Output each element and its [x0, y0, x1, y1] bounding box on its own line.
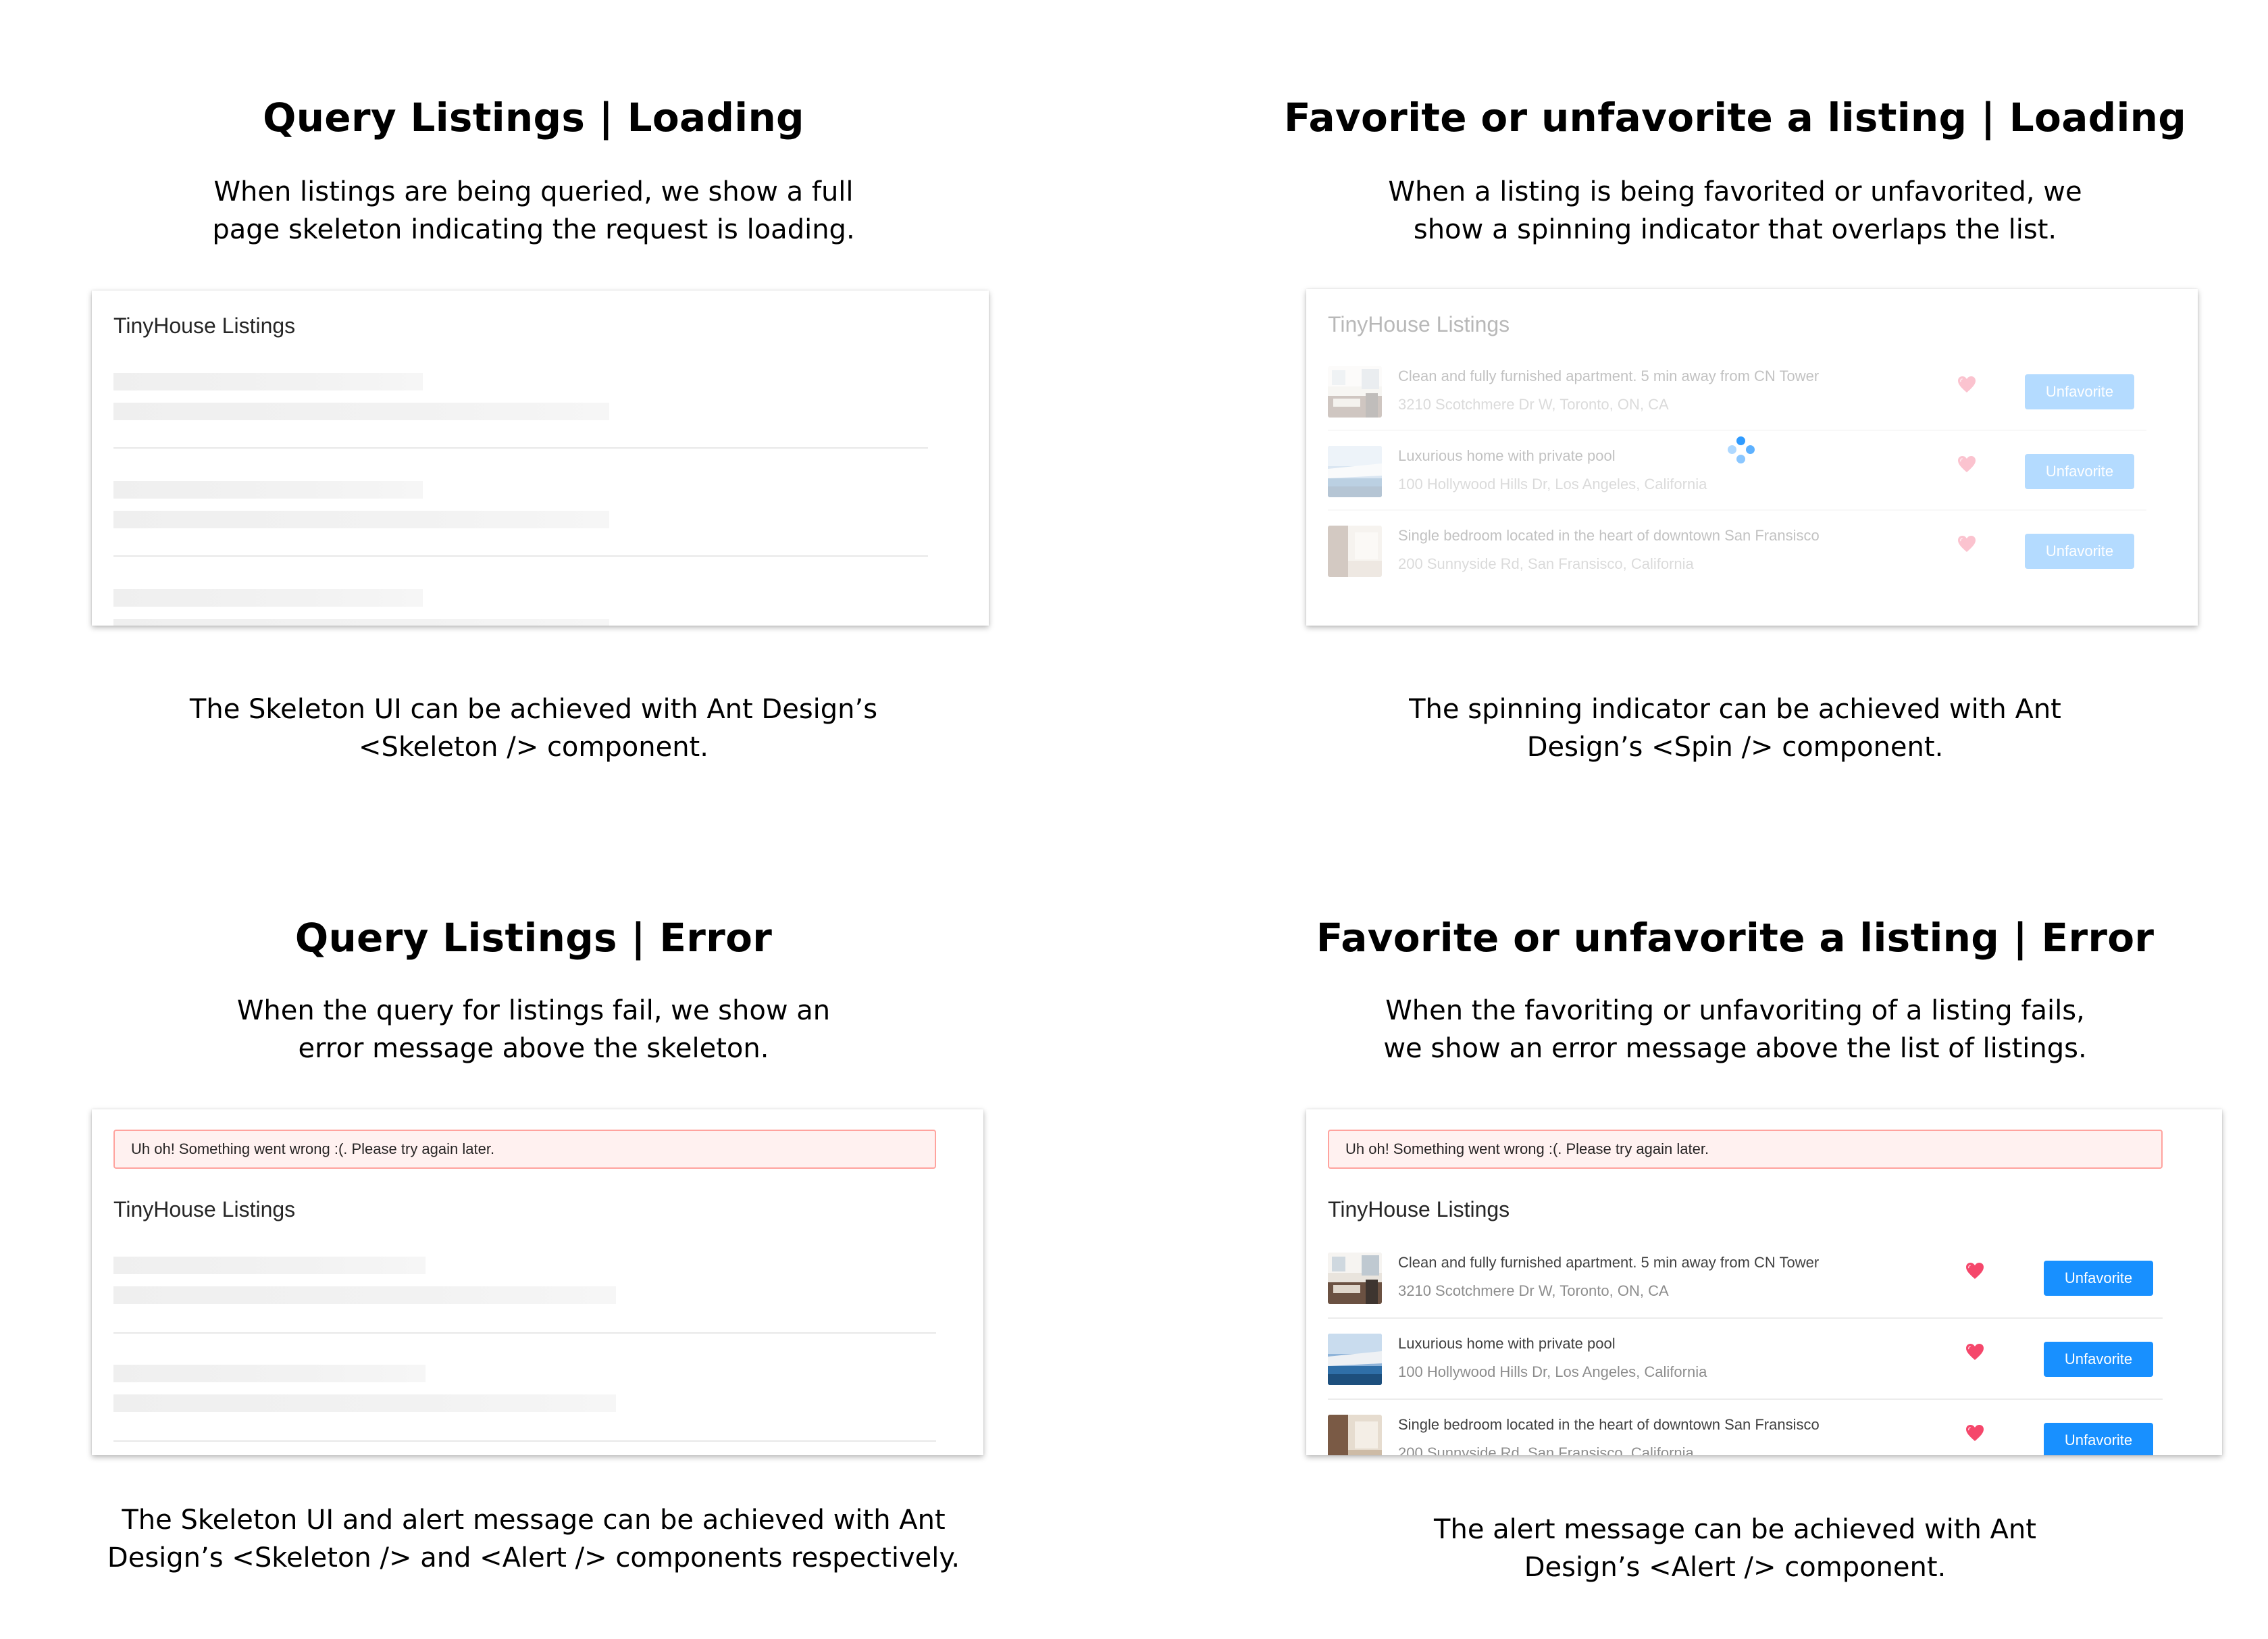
- note-line: <Skeleton /> component.: [359, 732, 708, 763]
- listing-title: Clean and fully furnished apartment. 5 m…: [1398, 368, 1820, 384]
- note-line: The Skeleton UI and alert message can be…: [122, 1505, 946, 1536]
- note-line: Design’s <Skeleton /> and <Alert /> comp…: [107, 1542, 960, 1573]
- section-description: When listings are being queried, we show…: [0, 173, 1067, 249]
- card-title: TinyHouse Listings: [1328, 312, 1510, 336]
- card-title: TinyHouse Listings: [1328, 1197, 1510, 1221]
- error-alert: Uh oh! Something went wrong :(. Please t…: [113, 1130, 936, 1169]
- skeleton-paragraph-line: [113, 1394, 616, 1412]
- note-line: The spinning indicator can be achieved w…: [1409, 694, 2061, 725]
- skeleton-title-line: [113, 1365, 426, 1382]
- listing-image: [1328, 526, 1382, 577]
- section-description: When the query for listings fail, we sho…: [0, 992, 1067, 1067]
- section-title: Favorite or unfavorite a listing | Loadi…: [1283, 95, 2187, 141]
- description-line: show a spinning indicator that overlaps …: [1413, 214, 2057, 245]
- description-line: When listings are being queried, we show…: [213, 176, 854, 207]
- card-title: TinyHouse Listings: [113, 1197, 296, 1221]
- note-line: The alert message can be achieved with A…: [1434, 1514, 2036, 1545]
- section-note: The spinning indicator can be achieved w…: [1202, 690, 2268, 766]
- listing-address: 3210 Scotchmere Dr W, Toronto, ON, CA: [1398, 1282, 1669, 1299]
- listing-image: [1328, 446, 1382, 497]
- listing-title: Single bedroom located in the heart of d…: [1398, 1416, 1820, 1433]
- description-line: When the query for listings fail, we sho…: [236, 995, 831, 1026]
- description-line: error message above the skeleton.: [298, 1033, 769, 1064]
- skeleton-title-line: [113, 589, 423, 607]
- skeleton-title-line: [113, 481, 423, 499]
- skeleton-paragraph-line: [113, 1286, 616, 1304]
- listing-title: Luxurious home with private pool: [1398, 447, 1616, 464]
- heart-icon: [1957, 376, 1976, 393]
- section-favorite-loading: Favorite or unfavorite a listing | Loadi…: [1216, 0, 2268, 811]
- card-title: TinyHouse Listings: [113, 313, 296, 338]
- listings-card-error-skeleton: Uh oh! Something went wrong :(. Please t…: [92, 1109, 983, 1455]
- unfavorite-button[interactable]: Unfavorite: [2044, 1261, 2153, 1296]
- heart-icon: [1965, 1262, 1984, 1280]
- section-note: The Skeleton UI can be achieved with Ant…: [0, 690, 1067, 766]
- heart-icon: [1957, 535, 1976, 553]
- skeleton-divider: [113, 1332, 936, 1334]
- listing-address: 100 Hollywood Hills Dr, Los Angeles, Cal…: [1398, 1363, 1707, 1380]
- listing-image: [1328, 1415, 1382, 1455]
- section-description: When the favoriting or unfavoriting of a…: [1202, 992, 2268, 1067]
- section-title: Query Listings | Error: [294, 915, 773, 961]
- section-note: The alert message can be achieved with A…: [1202, 1511, 2268, 1586]
- section-query-loading: Query Listings | Loading When listings a…: [0, 0, 1067, 811]
- list-item: Clean and fully furnished apartment. 5 m…: [1328, 1236, 2163, 1319]
- listings-card-error-list: Uh oh! Something went wrong :(. Please t…: [1306, 1109, 2222, 1455]
- listing-image: [1328, 1334, 1382, 1385]
- listing-address: 3210 Scotchmere Dr W, Toronto, ON, CA: [1398, 396, 1669, 413]
- section-title: Favorite or unfavorite a listing | Error: [1316, 915, 2155, 961]
- unfavorite-button[interactable]: Unfavorite: [2025, 534, 2134, 569]
- skeleton-paragraph-line: [113, 619, 609, 626]
- list-item: Clean and fully furnished apartment. 5 m…: [1328, 350, 2146, 431]
- listing-address: 200 Sunnyside Rd, San Fransisco, Califor…: [1398, 1444, 1694, 1455]
- skeleton-paragraph-line: [113, 511, 609, 528]
- error-alert: Uh oh! Something went wrong :(. Please t…: [1328, 1130, 2163, 1169]
- listing-title: Clean and fully furnished apartment. 5 m…: [1398, 1254, 1820, 1271]
- skeleton-divider: [113, 555, 928, 557]
- listing-title: Single bedroom located in the heart of d…: [1398, 527, 1820, 544]
- heart-icon: [1965, 1343, 1984, 1361]
- section-query-error: Query Listings | Error When the query fo…: [0, 817, 1067, 1639]
- skeleton-title-line: [113, 1257, 426, 1274]
- skeleton-paragraph-line: [113, 403, 609, 420]
- list-item: Single bedroom located in the heart of d…: [1328, 509, 2146, 589]
- description-line: When a listing is being favorited or unf…: [1388, 176, 2082, 207]
- unfavorite-button[interactable]: Unfavorite: [2044, 1342, 2153, 1377]
- listing-address: 100 Hollywood Hills Dr, Los Angeles, Cal…: [1398, 476, 1707, 493]
- skeleton-title-line: [113, 373, 423, 390]
- section-favorite-error: Favorite or unfavorite a listing | Error…: [1216, 817, 2268, 1639]
- description-line: we show an error message above the list …: [1383, 1033, 2087, 1064]
- listing-address: 200 Sunnyside Rd, San Fransisco, Califor…: [1398, 555, 1694, 572]
- note-line: The Skeleton UI can be achieved with Ant…: [189, 694, 878, 725]
- description-line: page skeleton indicating the request is …: [212, 214, 855, 245]
- unfavorite-button[interactable]: Unfavorite: [2044, 1423, 2153, 1455]
- heart-icon: [1957, 455, 1976, 473]
- listings-card-spinning: TinyHouse Listings Clean and fully furni…: [1306, 289, 2198, 626]
- description-line: When the favoriting or unfavoriting of a…: [1385, 995, 2085, 1026]
- note-line: Design’s <Spin /> component.: [1526, 732, 1944, 763]
- section-title: Query Listings | Loading: [263, 95, 804, 141]
- listing-title: Luxurious home with private pool: [1398, 1335, 1616, 1352]
- section-description: When a listing is being favorited or unf…: [1202, 173, 2268, 249]
- unfavorite-button[interactable]: Unfavorite: [2025, 454, 2134, 489]
- listing-image: [1328, 1253, 1382, 1304]
- unfavorite-button[interactable]: Unfavorite: [2025, 374, 2134, 409]
- listing-image: [1328, 366, 1382, 418]
- list-item: Single bedroom located in the heart of d…: [1328, 1398, 2163, 1455]
- skeleton-divider: [113, 1440, 936, 1442]
- skeleton-divider: [113, 447, 928, 449]
- section-note: The Skeleton UI and alert message can be…: [0, 1501, 1067, 1577]
- heart-icon: [1965, 1424, 1984, 1442]
- list-item: Luxurious home with private pool 100 Hol…: [1328, 1317, 2163, 1400]
- listings-card-skeleton: TinyHouse Listings: [92, 291, 989, 626]
- spinner-icon: [1728, 436, 1755, 463]
- note-line: Design’s <Alert /> component.: [1524, 1552, 1947, 1583]
